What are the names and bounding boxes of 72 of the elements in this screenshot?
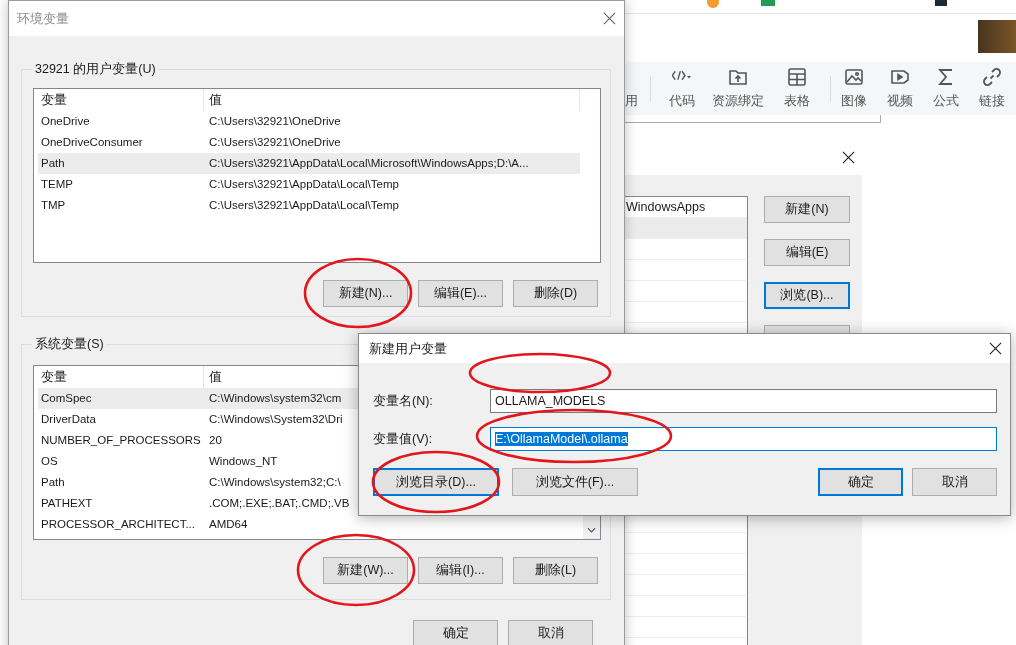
table-row[interactable]: OneDriveConsumer C:\Users\32921\OneDrive — [38, 132, 580, 153]
dialog-button[interactable]: 删除(L) — [513, 557, 598, 584]
table-cell-text: C:\Windows\system32\cm — [208, 391, 342, 406]
folder-upload-icon — [728, 67, 748, 87]
column-header[interactable]: 值 — [204, 89, 580, 111]
table-cell-text: PROCESSOR_ARCHITECT... — [40, 517, 196, 532]
chevron-down-icon[interactable] — [587, 527, 596, 533]
table-cell-text: NUMBER_OF_PROCESSORS — [40, 433, 202, 448]
toolbar-item[interactable]: 公式 — [923, 67, 969, 110]
table-row[interactable]: Path C:\Users\32921\AppData\Local\Microsoft\WindowsApps;D:\A... — [38, 153, 580, 174]
input-field[interactable]: OLLAMA_MODELS — [490, 389, 997, 413]
dialog-button[interactable]: 删除(D) — [513, 280, 598, 307]
photo-placeholder — [978, 20, 1016, 53]
toolbar-item[interactable]: 图像 — [831, 67, 877, 110]
table-cell-text: Windows_NT — [208, 454, 278, 469]
table-row[interactable]: TMP C:\Users\32921\AppData\Local\Temp — [38, 195, 580, 216]
toolbar-item[interactable]: 视频 — [877, 67, 923, 110]
dialog-button[interactable]: 确定 — [413, 620, 498, 645]
table-cell-text: C:\Users\32921\OneDrive — [208, 114, 341, 129]
field-label: 变量名(N): — [373, 392, 434, 410]
table-cell-text: C:\Users\32921\AppData\Local\Microsoft\WindowsApps;D:\A... — [208, 156, 529, 171]
window-title: 环境变量 — [17, 9, 69, 28]
table-cell-text: 20 — [208, 433, 222, 448]
video-icon — [890, 67, 910, 87]
input-field[interactable]: E:\OllamaModel\.ollama — [490, 427, 997, 451]
table-cell-text: TMP — [40, 198, 67, 213]
table-cell-text: C:\Windows\System32\Dri — [208, 412, 343, 427]
dialog-button[interactable]: 编辑(E) — [764, 239, 850, 266]
table-cell-text: AMD64 — [208, 517, 248, 532]
dialog-button[interactable]: 新建(N)... — [323, 280, 408, 307]
close-icon[interactable] — [842, 151, 855, 164]
table-cell-text: C:\Users\32921\AppData\Local\Temp — [208, 177, 399, 192]
table-row[interactable]: PROCESSOR_ARCHITECT... AMD64 — [38, 514, 580, 535]
table-cell-text: OneDrive — [40, 114, 91, 129]
group-label: 32921 的用户变量(U) — [34, 61, 157, 78]
link-icon — [982, 67, 1002, 87]
dialog-button[interactable]: 编辑(I)... — [418, 557, 503, 584]
table-row[interactable]: OneDrive C:\Users\32921\OneDrive — [38, 111, 580, 132]
toolbar-item[interactable]: 代码 — [659, 67, 705, 110]
dialog-button[interactable]: 浏览目录(D)... — [373, 468, 499, 496]
table-cell-text: C:\Windows\system32;C:\ — [208, 475, 341, 490]
table-cell-text: TEMP — [40, 177, 74, 192]
toolbar-item[interactable]: 用 — [625, 67, 643, 110]
table-icon — [787, 67, 807, 87]
table-cell-text: ComSpec — [40, 391, 93, 406]
table-cell-text: OneDriveConsumer — [40, 135, 144, 150]
dialog-button[interactable]: 确定 — [818, 468, 903, 496]
field-label: 变量值(V): — [373, 430, 434, 448]
group-label: 系统变量(S) — [34, 336, 105, 353]
close-icon[interactable] — [989, 342, 1002, 355]
window-title: 新建用户变量 — [369, 339, 447, 358]
column-header[interactable]: 变量 — [38, 89, 204, 111]
table-cell-text: C:\Users\32921\OneDrive — [208, 135, 341, 150]
dialog-button[interactable]: 新建(W)... — [323, 557, 408, 584]
dialog-button[interactable]: 取消 — [912, 468, 997, 496]
table-cell-text: C:\Users\32921\AppData\Local\Temp — [208, 198, 399, 213]
table-cell-text: OS — [40, 454, 59, 469]
toolbar-item[interactable]: 资源绑定 — [708, 67, 768, 110]
image-icon — [844, 67, 864, 87]
dialog-button[interactable]: 编辑(E)... — [418, 280, 503, 307]
dialog-button[interactable]: 取消 — [508, 620, 593, 645]
table-cell-text: PATHEXT — [40, 496, 94, 511]
table-cell-text: .COM;.EXE;.BAT;.CMD;.VB — [208, 496, 350, 511]
dialog-button[interactable]: 浏览文件(F)... — [512, 468, 638, 496]
dialog-button[interactable]: 新建(N) — [764, 196, 850, 223]
toolbar-item[interactable]: 表格 — [774, 67, 820, 110]
table-cell-text: Path — [40, 156, 66, 171]
toolbar-item[interactable]: 链接 — [969, 67, 1015, 110]
table-cell-text: Path — [40, 475, 66, 490]
table-row[interactable]: TEMP C:\Users\32921\AppData\Local\Temp — [38, 174, 580, 195]
table-cell-text: DriverData — [40, 412, 97, 427]
dialog-button[interactable]: 浏览(B)... — [764, 282, 850, 309]
